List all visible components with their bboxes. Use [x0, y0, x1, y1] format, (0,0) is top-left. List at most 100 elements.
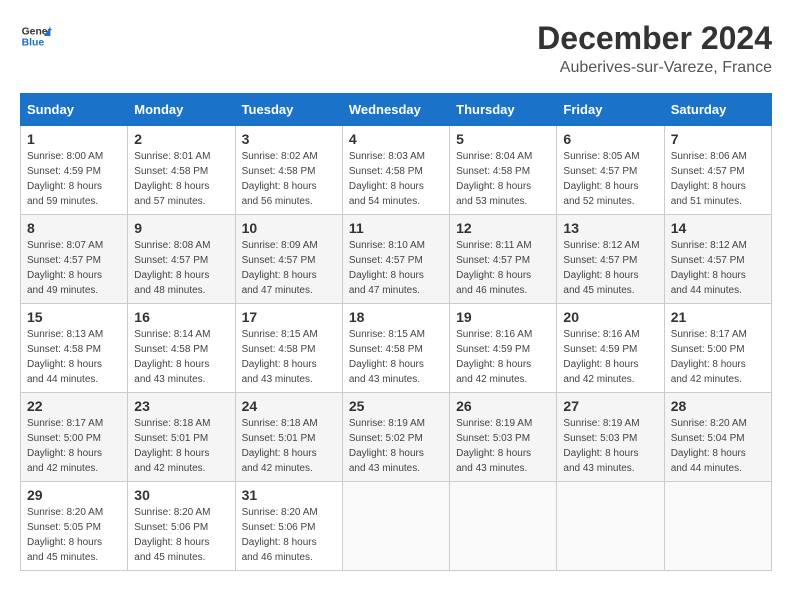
page-header: General Blue December 2024 Auberives-sur…: [20, 20, 772, 77]
header-thursday: Thursday: [450, 94, 557, 126]
day-number: 11: [349, 220, 443, 236]
calendar-cell: [557, 482, 664, 571]
calendar-cell: 13 Sunrise: 8:12 AMSunset: 4:57 PMDaylig…: [557, 215, 664, 304]
calendar-cell: 12 Sunrise: 8:11 AMSunset: 4:57 PMDaylig…: [450, 215, 557, 304]
calendar-cell: 22 Sunrise: 8:17 AMSunset: 5:00 PMDaylig…: [21, 393, 128, 482]
calendar-week-2: 8 Sunrise: 8:07 AMSunset: 4:57 PMDayligh…: [21, 215, 772, 304]
calendar-cell: [450, 482, 557, 571]
day-number: 10: [242, 220, 336, 236]
day-number: 27: [563, 398, 657, 414]
day-info: Sunrise: 8:12 AMSunset: 4:57 PMDaylight:…: [563, 238, 657, 298]
month-title: December 2024: [537, 20, 772, 57]
header-saturday: Saturday: [664, 94, 771, 126]
day-info: Sunrise: 8:05 AMSunset: 4:57 PMDaylight:…: [563, 149, 657, 209]
logo-icon: General Blue: [20, 20, 52, 52]
day-info: Sunrise: 8:06 AMSunset: 4:57 PMDaylight:…: [671, 149, 765, 209]
calendar-cell: 28 Sunrise: 8:20 AMSunset: 5:04 PMDaylig…: [664, 393, 771, 482]
calendar-week-5: 29 Sunrise: 8:20 AMSunset: 5:05 PMDaylig…: [21, 482, 772, 571]
day-number: 15: [27, 309, 121, 325]
day-number: 5: [456, 131, 550, 147]
day-number: 22: [27, 398, 121, 414]
calendar-cell: 2 Sunrise: 8:01 AMSunset: 4:58 PMDayligh…: [128, 126, 235, 215]
day-info: Sunrise: 8:08 AMSunset: 4:57 PMDaylight:…: [134, 238, 228, 298]
day-info: Sunrise: 8:14 AMSunset: 4:58 PMDaylight:…: [134, 327, 228, 387]
day-info: Sunrise: 8:18 AMSunset: 5:01 PMDaylight:…: [134, 416, 228, 476]
day-info: Sunrise: 8:11 AMSunset: 4:57 PMDaylight:…: [456, 238, 550, 298]
calendar-header-row: Sunday Monday Tuesday Wednesday Thursday…: [21, 94, 772, 126]
calendar-cell: 5 Sunrise: 8:04 AMSunset: 4:58 PMDayligh…: [450, 126, 557, 215]
day-number: 14: [671, 220, 765, 236]
day-info: Sunrise: 8:20 AMSunset: 5:06 PMDaylight:…: [134, 505, 228, 565]
day-info: Sunrise: 8:20 AMSunset: 5:06 PMDaylight:…: [242, 505, 336, 565]
calendar-cell: 9 Sunrise: 8:08 AMSunset: 4:57 PMDayligh…: [128, 215, 235, 304]
day-info: Sunrise: 8:17 AMSunset: 5:00 PMDaylight:…: [671, 327, 765, 387]
day-info: Sunrise: 8:09 AMSunset: 4:57 PMDaylight:…: [242, 238, 336, 298]
day-info: Sunrise: 8:03 AMSunset: 4:58 PMDaylight:…: [349, 149, 443, 209]
day-number: 18: [349, 309, 443, 325]
day-number: 1: [27, 131, 121, 147]
calendar-cell: 31 Sunrise: 8:20 AMSunset: 5:06 PMDaylig…: [235, 482, 342, 571]
calendar-table: Sunday Monday Tuesday Wednesday Thursday…: [20, 93, 772, 571]
calendar-cell: 20 Sunrise: 8:16 AMSunset: 4:59 PMDaylig…: [557, 304, 664, 393]
day-info: Sunrise: 8:02 AMSunset: 4:58 PMDaylight:…: [242, 149, 336, 209]
day-info: Sunrise: 8:00 AMSunset: 4:59 PMDaylight:…: [27, 149, 121, 209]
day-number: 28: [671, 398, 765, 414]
day-number: 20: [563, 309, 657, 325]
calendar-cell: 26 Sunrise: 8:19 AMSunset: 5:03 PMDaylig…: [450, 393, 557, 482]
header-tuesday: Tuesday: [235, 94, 342, 126]
day-info: Sunrise: 8:07 AMSunset: 4:57 PMDaylight:…: [27, 238, 121, 298]
day-number: 4: [349, 131, 443, 147]
calendar-cell: 10 Sunrise: 8:09 AMSunset: 4:57 PMDaylig…: [235, 215, 342, 304]
day-number: 31: [242, 487, 336, 503]
day-info: Sunrise: 8:10 AMSunset: 4:57 PMDaylight:…: [349, 238, 443, 298]
calendar-cell: 30 Sunrise: 8:20 AMSunset: 5:06 PMDaylig…: [128, 482, 235, 571]
calendar-cell: 17 Sunrise: 8:15 AMSunset: 4:58 PMDaylig…: [235, 304, 342, 393]
calendar-cell: 23 Sunrise: 8:18 AMSunset: 5:01 PMDaylig…: [128, 393, 235, 482]
day-info: Sunrise: 8:04 AMSunset: 4:58 PMDaylight:…: [456, 149, 550, 209]
day-number: 19: [456, 309, 550, 325]
calendar-cell: 6 Sunrise: 8:05 AMSunset: 4:57 PMDayligh…: [557, 126, 664, 215]
logo: General Blue: [20, 20, 52, 52]
day-info: Sunrise: 8:13 AMSunset: 4:58 PMDaylight:…: [27, 327, 121, 387]
day-info: Sunrise: 8:15 AMSunset: 4:58 PMDaylight:…: [349, 327, 443, 387]
day-number: 26: [456, 398, 550, 414]
calendar-cell: 15 Sunrise: 8:13 AMSunset: 4:58 PMDaylig…: [21, 304, 128, 393]
day-info: Sunrise: 8:16 AMSunset: 4:59 PMDaylight:…: [563, 327, 657, 387]
header-wednesday: Wednesday: [342, 94, 449, 126]
calendar-cell: [342, 482, 449, 571]
calendar-cell: 25 Sunrise: 8:19 AMSunset: 5:02 PMDaylig…: [342, 393, 449, 482]
day-number: 21: [671, 309, 765, 325]
day-number: 12: [456, 220, 550, 236]
header-monday: Monday: [128, 94, 235, 126]
day-number: 17: [242, 309, 336, 325]
day-info: Sunrise: 8:16 AMSunset: 4:59 PMDaylight:…: [456, 327, 550, 387]
calendar-cell: 1 Sunrise: 8:00 AMSunset: 4:59 PMDayligh…: [21, 126, 128, 215]
day-info: Sunrise: 8:12 AMSunset: 4:57 PMDaylight:…: [671, 238, 765, 298]
svg-text:Blue: Blue: [22, 38, 45, 49]
day-info: Sunrise: 8:19 AMSunset: 5:03 PMDaylight:…: [563, 416, 657, 476]
calendar-cell: 24 Sunrise: 8:18 AMSunset: 5:01 PMDaylig…: [235, 393, 342, 482]
day-number: 16: [134, 309, 228, 325]
calendar-week-3: 15 Sunrise: 8:13 AMSunset: 4:58 PMDaylig…: [21, 304, 772, 393]
day-number: 3: [242, 131, 336, 147]
calendar-cell: 7 Sunrise: 8:06 AMSunset: 4:57 PMDayligh…: [664, 126, 771, 215]
calendar-cell: 27 Sunrise: 8:19 AMSunset: 5:03 PMDaylig…: [557, 393, 664, 482]
day-number: 6: [563, 131, 657, 147]
calendar-cell: 3 Sunrise: 8:02 AMSunset: 4:58 PMDayligh…: [235, 126, 342, 215]
day-info: Sunrise: 8:20 AMSunset: 5:04 PMDaylight:…: [671, 416, 765, 476]
day-number: 24: [242, 398, 336, 414]
calendar-cell: 4 Sunrise: 8:03 AMSunset: 4:58 PMDayligh…: [342, 126, 449, 215]
day-number: 30: [134, 487, 228, 503]
day-number: 7: [671, 131, 765, 147]
calendar-cell: [664, 482, 771, 571]
day-info: Sunrise: 8:20 AMSunset: 5:05 PMDaylight:…: [27, 505, 121, 565]
day-info: Sunrise: 8:17 AMSunset: 5:00 PMDaylight:…: [27, 416, 121, 476]
day-info: Sunrise: 8:19 AMSunset: 5:03 PMDaylight:…: [456, 416, 550, 476]
calendar-cell: 16 Sunrise: 8:14 AMSunset: 4:58 PMDaylig…: [128, 304, 235, 393]
calendar-cell: 19 Sunrise: 8:16 AMSunset: 4:59 PMDaylig…: [450, 304, 557, 393]
header-friday: Friday: [557, 94, 664, 126]
location: Auberives-sur-Vareze, France: [537, 59, 772, 77]
day-info: Sunrise: 8:15 AMSunset: 4:58 PMDaylight:…: [242, 327, 336, 387]
day-number: 23: [134, 398, 228, 414]
day-info: Sunrise: 8:19 AMSunset: 5:02 PMDaylight:…: [349, 416, 443, 476]
